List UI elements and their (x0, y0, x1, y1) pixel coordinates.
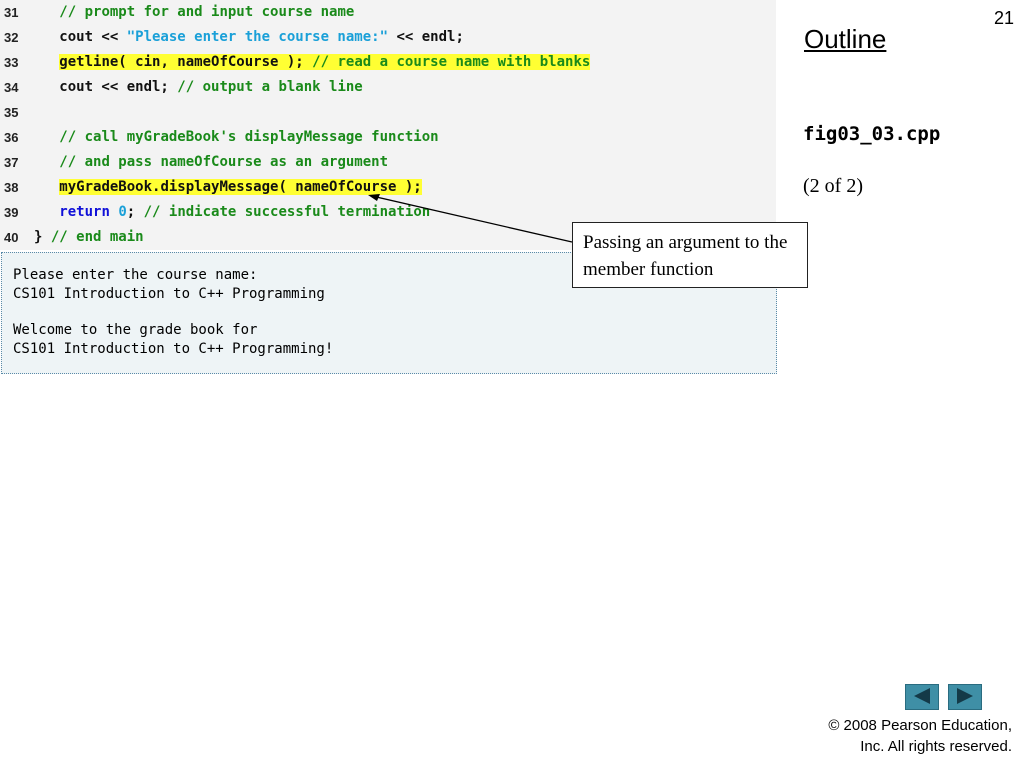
line-number: 34 (4, 80, 19, 95)
code-token: // indicate successful termination (143, 204, 431, 220)
code-token: 0 (118, 204, 127, 220)
line-number: 39 (4, 205, 19, 220)
code-text: } // end main (34, 225, 144, 250)
code-token: getline( cin, nameOfCourse ); (59, 54, 313, 70)
code-token: ; (126, 204, 144, 220)
code-text: // and pass nameOfCourse as an argument (34, 150, 388, 175)
code-text: cout << endl; // output a blank line (34, 75, 363, 100)
code-token: "Please enter the course name:" (126, 29, 389, 45)
callout-box: Passing an argument to the member functi… (572, 222, 808, 288)
code-text: return 0; // indicate successful termina… (34, 200, 430, 225)
code-text: myGradeBook.displayMessage( nameOfCourse… (34, 175, 422, 200)
line-number: 38 (4, 180, 19, 195)
next-slide-button[interactable] (948, 684, 982, 710)
copyright-line: Inc. All rights reserved. (860, 738, 1012, 755)
part-label: (2 of 2) (803, 175, 863, 197)
line-number: 35 (4, 105, 19, 120)
code-line: 34 cout << endl; // output a blank line (0, 75, 776, 100)
code-line: 32 cout << "Please enter the course name… (0, 25, 776, 50)
file-name: fig03_03.cpp (803, 123, 941, 145)
code-text: cout << "Please enter the course name:" … (34, 25, 464, 50)
code-listing: 31 // prompt for and input course name 32… (0, 0, 776, 250)
copyright-notice: © 2008 Pearson Education, Inc. All right… (828, 715, 1012, 757)
line-number: 40 (4, 230, 19, 245)
slide-number: 21 (993, 8, 1014, 28)
output-line: Welcome to the grade book for (13, 322, 258, 338)
line-number: 37 (4, 155, 19, 170)
line-number: 33 (4, 55, 19, 70)
code-token: return (59, 204, 110, 220)
code-line: 33 getline( cin, nameOfCourse ); // read… (0, 50, 776, 75)
code-token: } (34, 229, 51, 245)
copyright-line: © 2008 Pearson Education, (828, 717, 1012, 734)
code-line: 35 (0, 100, 776, 125)
code-line: 31 // prompt for and input course name (0, 0, 776, 25)
code-text: // prompt for and input course name (34, 0, 354, 25)
previous-slide-button[interactable] (905, 684, 939, 710)
code-token: // call myGradeBook's displayMessage fun… (59, 129, 439, 145)
code-text: // call myGradeBook's displayMessage fun… (34, 125, 439, 150)
code-token: // and pass nameOfCourse as an argument (59, 154, 389, 170)
line-number: 31 (4, 5, 19, 20)
output-line: Please enter the course name: (13, 267, 258, 283)
right-triangle-icon (957, 688, 973, 704)
line-number: 32 (4, 30, 19, 45)
code-token: // prompt for and input course name (59, 4, 355, 20)
code-line: 36 // call myGradeBook's displayMessage … (0, 125, 776, 150)
code-line: 38 myGradeBook.displayMessage( nameOfCou… (0, 175, 776, 200)
code-token: cout << (34, 29, 127, 45)
code-text: getline( cin, nameOfCourse ); // read a … (34, 50, 591, 75)
code-token: << endl; (388, 29, 464, 45)
output-line: CS101 Introduction to C++ Programming! (13, 341, 334, 357)
output-line: CS101 Introduction to C++ Programming (13, 286, 325, 302)
code-line: 37 // and pass nameOfCourse as an argume… (0, 150, 776, 175)
left-triangle-icon (914, 688, 930, 704)
line-number: 36 (4, 130, 19, 145)
code-token: myGradeBook.displayMessage( nameOfCourse… (59, 179, 422, 195)
code-token: cout << endl; (34, 79, 178, 95)
outline-link[interactable]: Outline (804, 24, 886, 55)
code-token: // end main (50, 229, 144, 245)
code-token: // output a blank line (177, 79, 363, 95)
code-token: // read a course name with blanks (312, 54, 591, 70)
